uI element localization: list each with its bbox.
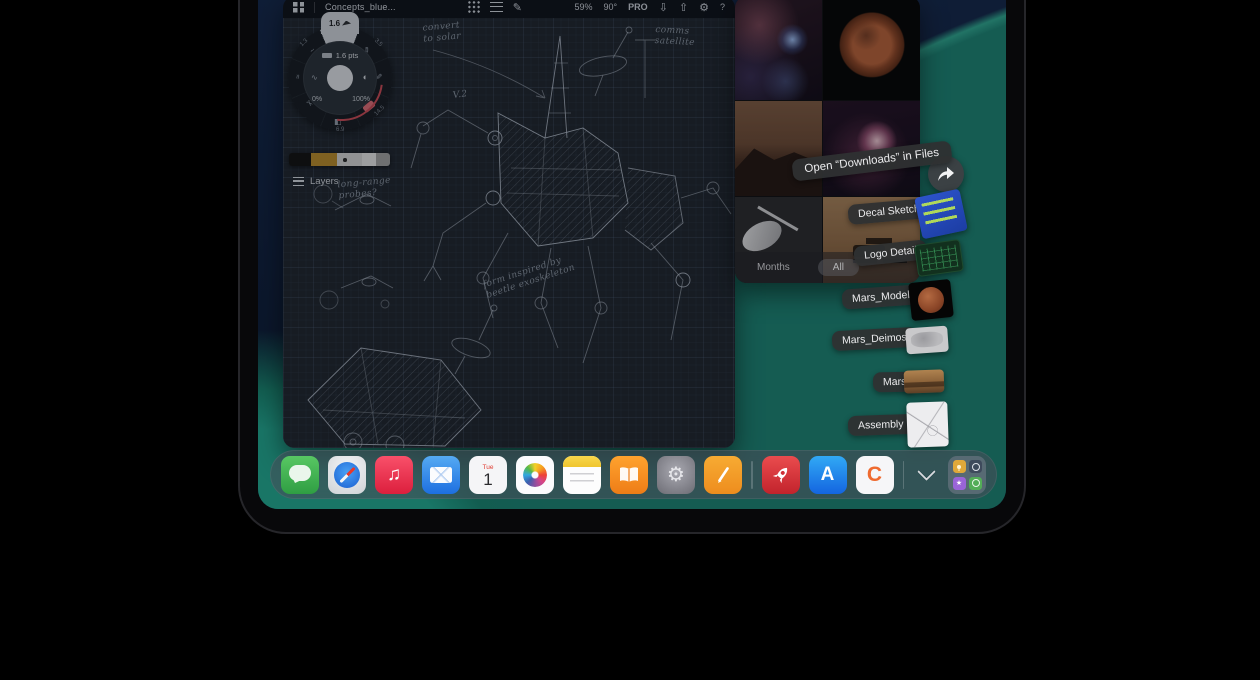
chevron-down-icon [917,462,935,480]
drag-thumbnail-assembly[interactable] [906,401,949,447]
mini-star-icon: ★ [953,477,966,490]
mini-tips-icon [953,460,966,473]
drag-drop-layer: Open “Downloads” in Files Decal Sketches… [258,0,1006,509]
drag-thumbnail-mars[interactable] [904,369,945,393]
rocket-app-icon[interactable] [762,456,800,494]
notes-app-icon[interactable] [563,456,601,494]
music-app-icon[interactable]: ♫ [375,456,413,494]
music-note-icon: ♫ [387,464,401,486]
forward-arrow-icon [937,166,955,182]
appstore-a-glyph: A [821,464,835,486]
drag-thumbnail-mars-deimos[interactable] [905,326,949,355]
pen-icon [712,464,734,486]
drag-item-label[interactable]: Assembly [848,414,914,436]
stage: convert to solar comms satellite V.2 lon… [0,0,1260,680]
open-book-icon [617,463,641,487]
drag-thumbnail-mars-model[interactable] [908,279,954,321]
dock-collapse-chevron[interactable] [913,456,939,494]
calendar-app-icon[interactable]: Tue 1 [469,456,507,494]
gear-icon: ⚙ [667,462,685,487]
mini-podcasts-icon [969,477,982,490]
mini-camera-icon [969,460,982,473]
drag-item-label[interactable]: Mars_Deimos [832,327,918,351]
c-app-icon[interactable]: C [856,456,894,494]
dock: ♫ Tue 1 ⚙ [270,450,997,499]
messages-app-icon[interactable] [281,456,319,494]
ipad-device: convert to solar comms satellite V.2 lon… [240,0,1024,532]
drag-thumbnail-decal-sticker[interactable] [914,189,968,240]
app-library-icon[interactable]: ★ [948,456,986,494]
safari-app-icon[interactable] [328,456,366,494]
dock-divider [903,461,905,489]
calendar-day: 1 [483,471,492,488]
rocket-icon [764,458,798,492]
books-app-icon[interactable] [610,456,648,494]
mail-app-icon[interactable] [422,456,460,494]
ipad-screen: convert to solar comms satellite V.2 lon… [258,0,1006,509]
pen-drawing-app-icon[interactable] [704,456,742,494]
app-store-icon[interactable]: A [809,456,847,494]
c-glyph: C [867,463,882,487]
drag-thumbnail-logo-circuit[interactable] [914,239,964,277]
photos-app-icon[interactable] [516,456,554,494]
settings-app-icon[interactable]: ⚙ [657,456,695,494]
photos-flower-icon [523,463,547,487]
dock-divider [751,461,753,489]
